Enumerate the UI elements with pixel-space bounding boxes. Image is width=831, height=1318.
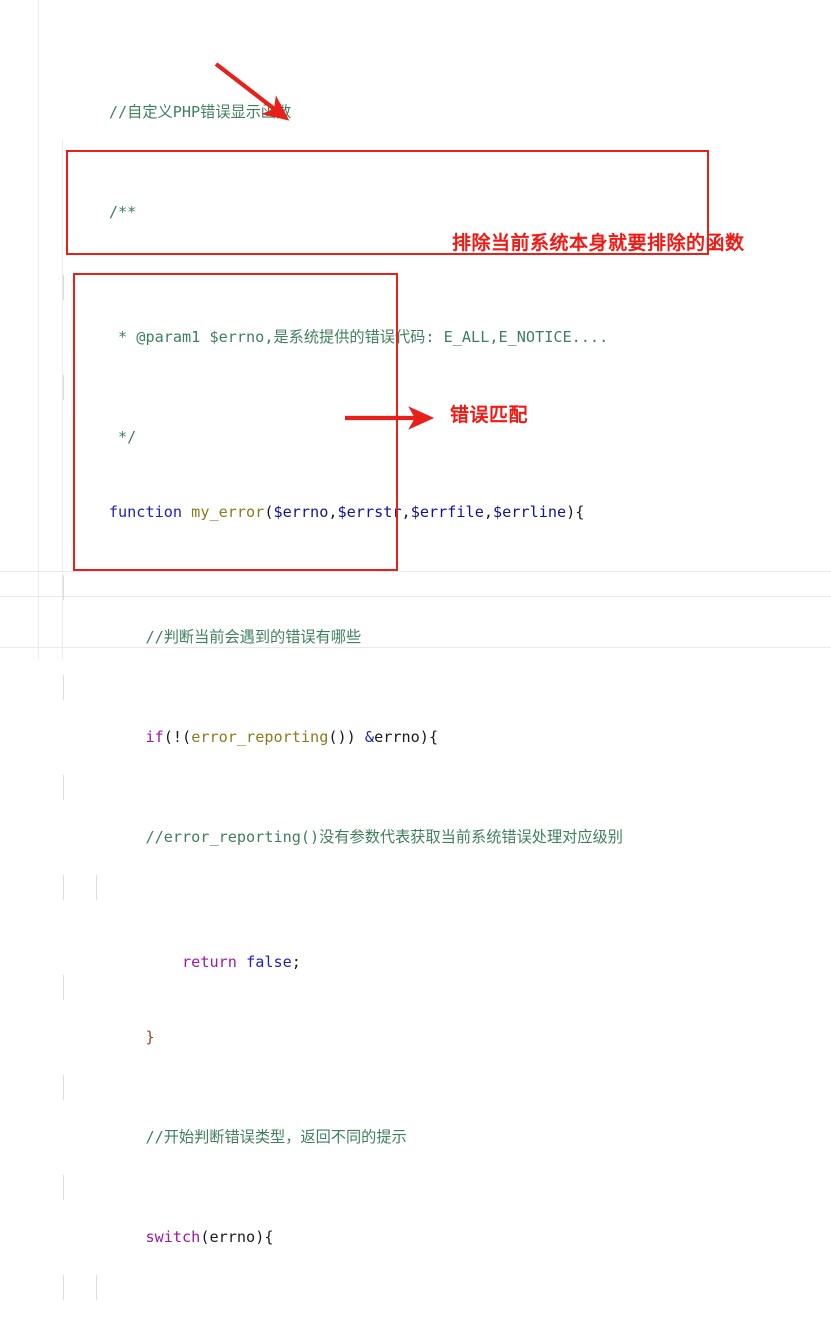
keyword-if: if: [145, 728, 164, 746]
indent-guide: [63, 875, 64, 900]
code-line-text: //error_reporting()没有参数代表获取当前系统错误处理对应级别: [108, 828, 623, 846]
code-line[interactable]: */: [0, 375, 831, 446]
code-line[interactable]: //自定义PHP错误显示函数: [0, 75, 831, 121]
indent-guide: [63, 275, 64, 300]
code-block[interactable]: //自定义PHP错误显示函数 /** * @param1 $errno,是系统提…: [0, 0, 831, 1318]
code-line[interactable]: //error_reporting()没有参数代表获取当前系统错误处理对应级别: [0, 775, 831, 846]
code-line-text: * @param1 $errno,是系统提供的错误代码: E_ALL,E_NOT…: [108, 328, 609, 346]
code-line[interactable]: //判断当前会遇到的错误有哪些: [0, 575, 831, 646]
indent-guide: [63, 1275, 64, 1300]
indent-guide: [96, 1275, 97, 1300]
code-line[interactable]: return false;: [0, 875, 831, 971]
code-line-text: /**: [108, 203, 137, 221]
function-error-reporting: error_reporting: [191, 728, 329, 746]
indent-guide: [63, 1075, 64, 1100]
indent-guide: [63, 975, 64, 1000]
code-line-text: //自定义PHP错误显示函数: [108, 103, 292, 121]
code-line[interactable]: //开始判断错误类型，返回不同的提示: [0, 1075, 831, 1146]
keyword-return: return: [182, 953, 237, 971]
code-line[interactable]: case E_ERROR:: [0, 1275, 831, 1300]
indent-guide: [96, 875, 97, 900]
literal-false: false: [246, 953, 292, 971]
code-line[interactable]: }: [0, 975, 831, 1046]
code-line-text: //开始判断错误类型，返回不同的提示: [108, 1128, 407, 1146]
code-line[interactable]: switch(errno){: [0, 1175, 831, 1246]
function-name: my_error: [191, 503, 265, 521]
indent-guide: [63, 1175, 64, 1200]
code-line[interactable]: /**: [0, 175, 831, 221]
indent-guide: [63, 775, 64, 800]
code-line[interactable]: * @param1 $errno,是系统提供的错误代码: E_ALL,E_NOT…: [0, 275, 831, 346]
code-line-text: */: [108, 428, 137, 446]
code-line[interactable]: if(!(error_reporting()) &errno){: [0, 675, 831, 746]
code-editor-surface: //自定义PHP错误显示函数 /** * @param1 $errno,是系统提…: [0, 0, 831, 1300]
keyword-switch: switch: [145, 1228, 201, 1246]
closing-brace: }: [145, 1028, 155, 1046]
keyword-function: function: [108, 503, 192, 521]
code-line[interactable]: function my_error($errno,$errstr,$errfil…: [0, 475, 831, 521]
indent-guide: [63, 375, 64, 400]
code-line-text: //判断当前会遇到的错误有哪些: [108, 628, 362, 646]
indent-guide: [63, 575, 64, 600]
indent-guide: [63, 675, 64, 700]
